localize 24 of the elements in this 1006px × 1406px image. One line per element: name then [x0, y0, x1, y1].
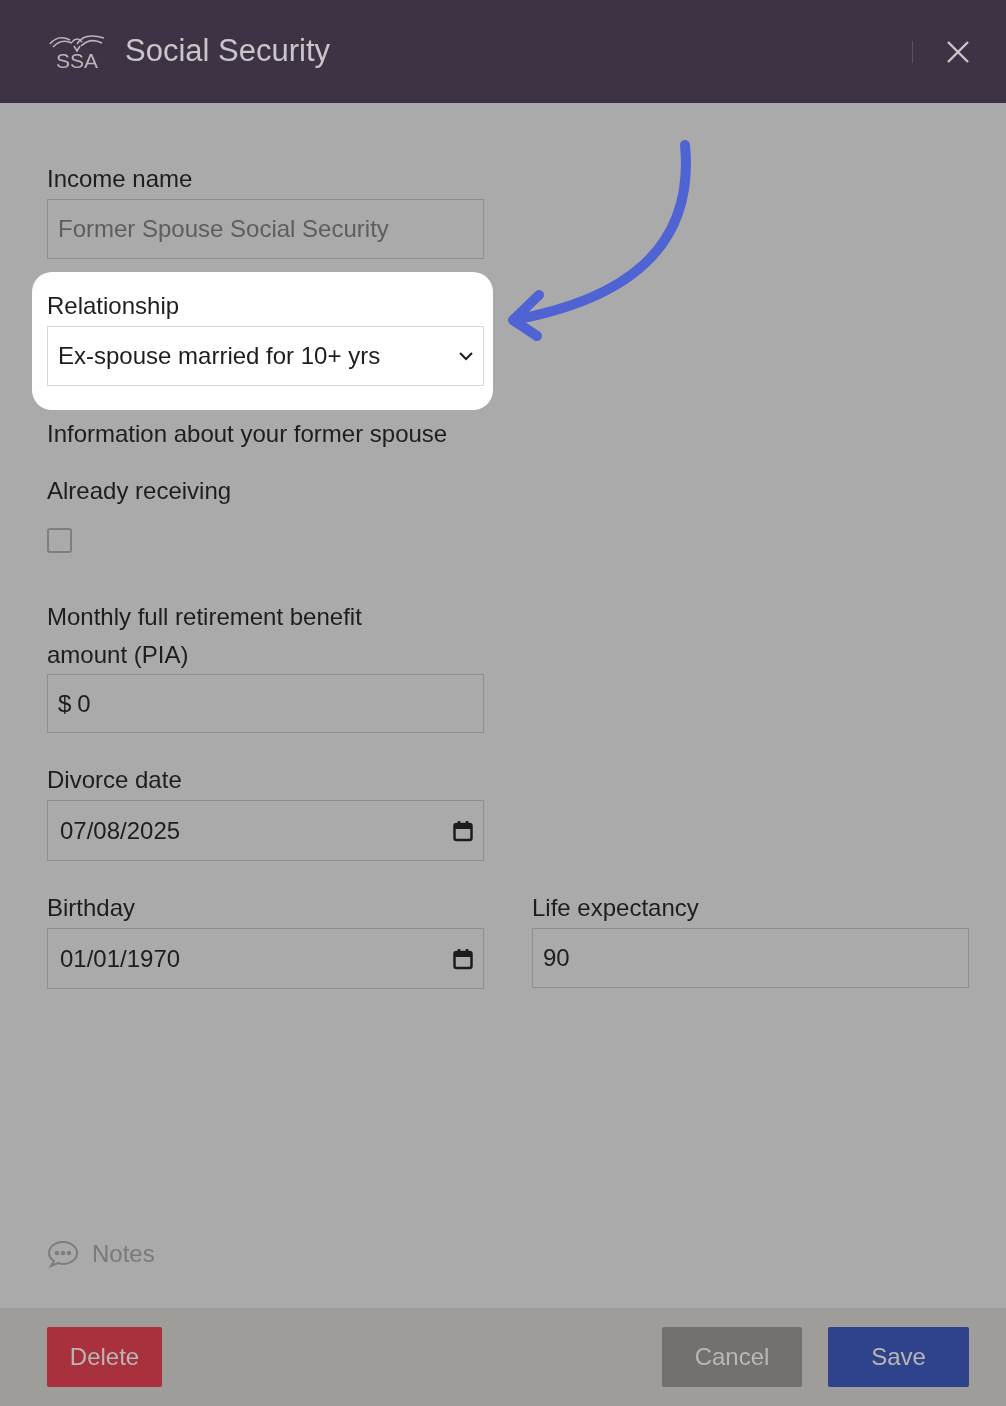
field-label: Birthday — [47, 893, 137, 923]
field-label: Already receiving — [47, 476, 233, 506]
field-label: Divorce date — [47, 765, 183, 795]
calendar-icon[interactable] — [453, 819, 473, 842]
date-field[interactable]: 07/08/2025 — [47, 800, 484, 861]
currency-field[interactable]: $ 0 — [47, 674, 484, 733]
input-field[interactable]: 90 — [532, 928, 969, 988]
eagle-icon — [48, 32, 106, 52]
field-label: Monthly full retirement benefit amount (PIA) — [47, 602, 363, 670]
field-label: Income name — [47, 164, 194, 194]
field-label: Life expectancy — [532, 893, 700, 923]
select-field[interactable]: Ex-spouse married for 10+ yrs — [47, 326, 484, 386]
date-field[interactable]: 01/01/1970 — [47, 928, 484, 989]
field-label: Information about your former spouse — [47, 419, 449, 449]
logo-text: SSA — [56, 50, 98, 71]
close-button[interactable] — [946, 39, 970, 64]
checkbox[interactable] — [47, 528, 72, 553]
calendar-icon[interactable] — [453, 947, 473, 970]
currency-symbol: $ — [58, 688, 72, 719]
save-button[interactable]: Save — [828, 1327, 969, 1387]
chevron-down-icon — [459, 351, 473, 361]
input-field[interactable]: Former Spouse Social Security — [47, 199, 484, 259]
window-title: Social Security — [125, 32, 331, 71]
field-label: Relationship — [47, 291, 181, 321]
